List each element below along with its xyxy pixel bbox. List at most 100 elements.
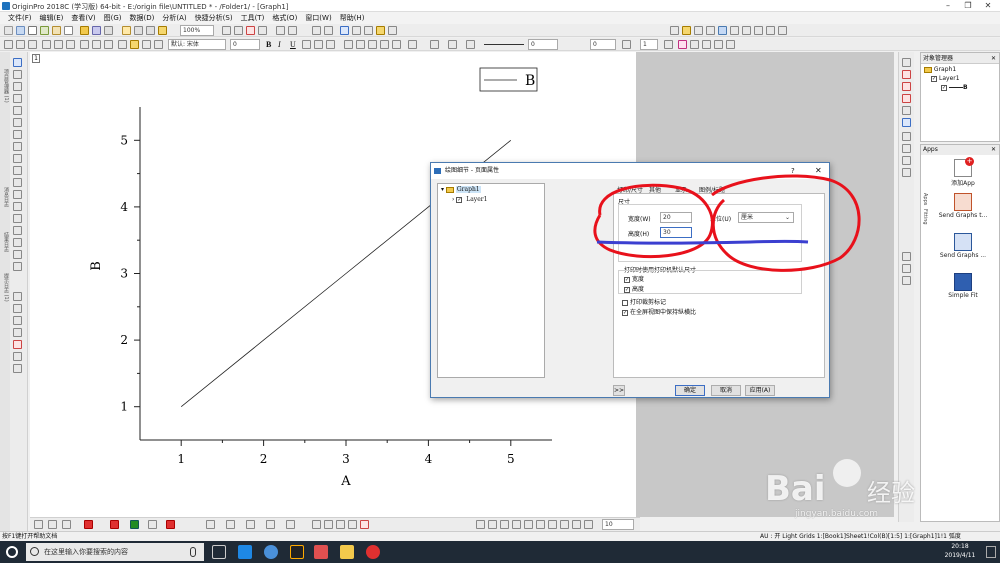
expand-button[interactable]: >> xyxy=(613,385,625,396)
line-symbol-icon[interactable] xyxy=(902,82,911,91)
theme-icon[interactable] xyxy=(142,40,151,49)
mask-icon[interactable] xyxy=(13,142,22,151)
message-log-icon[interactable] xyxy=(324,26,333,35)
keep-ratio-checkbox[interactable]: ✓ xyxy=(622,309,628,316)
scale-bar-icon[interactable] xyxy=(13,340,22,349)
minimize-button[interactable]: – xyxy=(940,1,956,11)
decrease-font-icon[interactable] xyxy=(356,40,365,49)
axis-icon[interactable] xyxy=(16,40,25,49)
print-icon[interactable] xyxy=(146,26,155,35)
tree-graph1-label[interactable]: Graph1 xyxy=(455,186,481,193)
om-plot-node[interactable]: ✓ B xyxy=(941,84,968,91)
front-icon[interactable] xyxy=(548,520,557,529)
template-library-icon[interactable] xyxy=(902,156,911,165)
crop-marks-option[interactable]: 打印裁剪标记 xyxy=(622,297,666,306)
align-hcenter-icon[interactable] xyxy=(512,520,521,529)
color-scale-icon[interactable] xyxy=(13,328,22,337)
line-symbol-draw-icon[interactable] xyxy=(62,520,71,529)
superscript-icon[interactable] xyxy=(302,40,311,49)
om-graph1-label[interactable]: Graph1 xyxy=(934,66,956,73)
menu-help[interactable]: 帮助(H) xyxy=(336,12,369,24)
arrange-layers-icon[interactable] xyxy=(730,26,739,35)
scale-tool-icon[interactable] xyxy=(13,82,22,91)
print-width-option[interactable]: ✓ 宽度 xyxy=(624,274,644,283)
align-center-icon[interactable] xyxy=(380,40,389,49)
rectangle-tool-icon[interactable] xyxy=(13,214,22,223)
command-window-icon[interactable] xyxy=(288,26,297,35)
align-left-icon[interactable] xyxy=(368,40,377,49)
send-graphs-word-item[interactable]: Send Graphs ... xyxy=(933,233,993,259)
qq-icon[interactable] xyxy=(290,545,304,559)
merge-graph-icon[interactable] xyxy=(718,26,727,35)
group-icon[interactable] xyxy=(524,520,533,529)
fill-color-icon[interactable] xyxy=(448,40,457,49)
menu-format[interactable]: 格式(O) xyxy=(268,12,301,24)
keep-ratio-option[interactable]: ✓ 在全屏视图中保持纵横比 xyxy=(622,307,696,316)
ungroup-icon[interactable] xyxy=(536,520,545,529)
zoom-tool-icon[interactable] xyxy=(13,70,22,79)
menu-analysis[interactable]: 分析(A) xyxy=(158,12,190,24)
om-layer1-checkbox[interactable]: ✓ xyxy=(931,75,937,82)
layer-icon[interactable] xyxy=(13,292,22,301)
image-icon[interactable] xyxy=(388,26,397,35)
height-input[interactable]: 30 xyxy=(660,227,692,238)
task-view-icon[interactable] xyxy=(212,545,226,559)
data-reader-icon[interactable] xyxy=(13,106,22,115)
learning-center-icon[interactable] xyxy=(364,26,373,35)
fit-page-icon[interactable] xyxy=(778,26,787,35)
polygon-tool-icon[interactable] xyxy=(13,226,22,235)
statistics-icon[interactable] xyxy=(902,144,911,153)
om-layer1-label[interactable]: Layer1 xyxy=(939,75,960,82)
2d-graph-icon[interactable] xyxy=(902,264,911,273)
new-layer-icon[interactable] xyxy=(754,26,763,35)
new-matrix-icon[interactable] xyxy=(40,26,49,35)
line-tool-icon[interactable] xyxy=(13,202,22,211)
multi-panel-icon[interactable] xyxy=(226,520,235,529)
line-color-icon[interactable] xyxy=(430,40,439,49)
tree-layer1-node[interactable]: › ✓ Layer1 xyxy=(452,196,487,203)
folder-icon[interactable] xyxy=(376,26,385,35)
refresh-icon[interactable] xyxy=(222,26,231,35)
om-graph1-node[interactable]: Graph1 xyxy=(924,66,956,73)
region-tool-icon[interactable] xyxy=(13,238,22,247)
add-axis-icon[interactable] xyxy=(54,40,63,49)
table-tool-icon[interactable] xyxy=(13,262,22,271)
grid-icon[interactable] xyxy=(13,364,22,373)
new-graph-icon[interactable] xyxy=(28,26,37,35)
fill-input[interactable]: 0 xyxy=(590,39,616,50)
message-log-tab[interactable]: 消息日志 xyxy=(0,172,10,222)
menu-tools[interactable]: 工具(T) xyxy=(237,12,269,24)
hint-log-tab[interactable]: 提示日志 (1) xyxy=(0,262,10,312)
new-project-icon[interactable] xyxy=(4,26,13,35)
origin-taskbar-icon[interactable] xyxy=(314,545,328,559)
line-style-select[interactable] xyxy=(484,44,524,45)
edge-icon[interactable] xyxy=(238,545,252,559)
project-explorer-icon[interactable] xyxy=(312,26,321,35)
layer1-checkbox[interactable]: ✓ xyxy=(456,196,463,203)
apps-gallery-icon[interactable] xyxy=(352,26,361,35)
draw-icon[interactable] xyxy=(80,40,89,49)
bold-button[interactable]: B xyxy=(266,40,271,49)
stack-icon[interactable] xyxy=(206,520,215,529)
netease-music-icon[interactable] xyxy=(366,545,380,559)
text-tool-icon[interactable] xyxy=(13,166,22,175)
start-icon[interactable] xyxy=(6,546,18,558)
taskbar-search-input[interactable]: 在这里输入你要搜索的内容 xyxy=(26,543,204,561)
column-plot-icon[interactable] xyxy=(902,94,911,103)
plot-icon[interactable] xyxy=(28,40,37,49)
print-height-checkbox[interactable]: ✓ xyxy=(624,286,630,293)
layout-e-icon[interactable] xyxy=(360,520,369,529)
layout-c-icon[interactable] xyxy=(336,520,345,529)
vertical-panel-icon[interactable] xyxy=(266,520,275,529)
fitting-side-tab[interactable]: Fitting xyxy=(922,209,928,225)
add-text-icon[interactable] xyxy=(42,40,51,49)
subscript-icon[interactable] xyxy=(314,40,323,49)
freehand-tool-icon[interactable] xyxy=(13,250,22,259)
close-window-button[interactable]: ✕ xyxy=(980,1,996,11)
line-plot-icon[interactable] xyxy=(902,70,911,79)
mask-tool-icon[interactable] xyxy=(902,252,911,261)
layout-b-icon[interactable] xyxy=(324,520,333,529)
tree-layer1-label[interactable]: Layer1 xyxy=(466,196,487,203)
area-draw-icon[interactable] xyxy=(130,520,139,529)
tree-graph1-node[interactable]: ▾ Graph1 xyxy=(441,186,481,193)
